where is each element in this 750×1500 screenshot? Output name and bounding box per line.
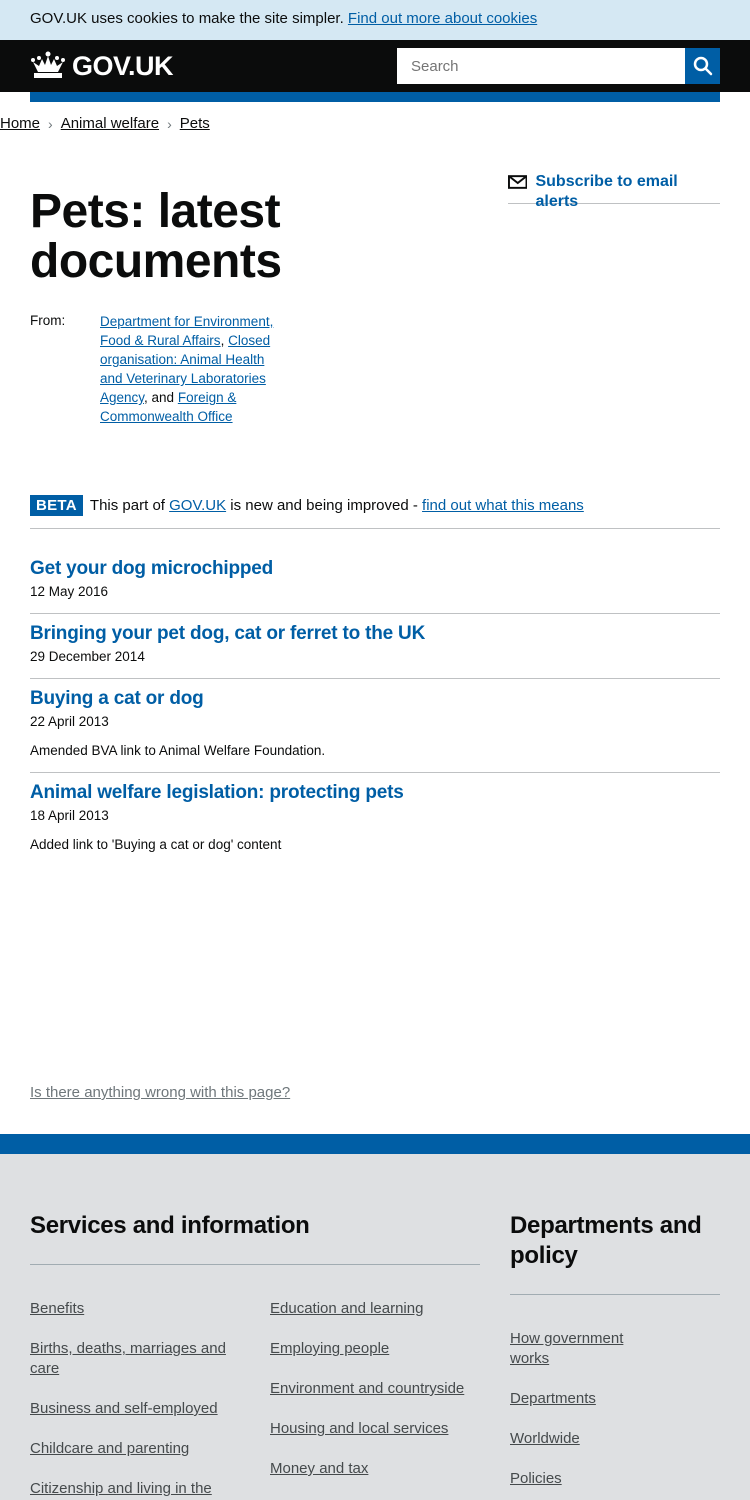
- document-date: 12 May 2016: [30, 584, 109, 599]
- footer-link-policies[interactable]: Policies: [510, 1469, 562, 1489]
- from-organisations: Department for Environment, Food & Rural…: [100, 312, 280, 426]
- footer-link-business[interactable]: Business and self-employed: [30, 1399, 218, 1419]
- footer-link-citizenship[interactable]: Citizenship and living in the: [30, 1479, 212, 1499]
- search-input[interactable]: [397, 48, 685, 84]
- report-problem-link[interactable]: Is there anything wrong with this page?: [30, 1084, 290, 1101]
- document-title-link[interactable]: Buying a cat or dog: [30, 688, 720, 710]
- org-separator: , and: [144, 390, 175, 405]
- site-footer: Services and information Benefits Births…: [0, 1154, 750, 1500]
- document-date: 22 April 2013: [30, 714, 109, 729]
- logo-text: GOV.UK: [72, 50, 174, 81]
- subscribe-email-alerts-link[interactable]: Subscribe to email alerts: [535, 172, 720, 212]
- org-separator: ,: [220, 333, 225, 348]
- footer-departments-heading: Departments and policy: [510, 1212, 702, 1269]
- chevron-right-icon: ›: [48, 116, 53, 132]
- list-item: Buying a cat or dog 22 April 2013 Amende…: [30, 688, 720, 773]
- govuk-logo-link[interactable]: GOV.UK: [30, 50, 174, 81]
- list-item: Bringing your pet dog, cat or ferret to …: [30, 623, 720, 679]
- footer-link-births-deaths[interactable]: Births, deaths, marriages and care: [30, 1339, 245, 1379]
- footer-services-heading: Services and information: [30, 1212, 310, 1239]
- document-date: 18 April 2013: [30, 808, 109, 823]
- footer-link-money-tax[interactable]: Money and tax: [270, 1459, 368, 1479]
- beta-info-link[interactable]: find out what this means: [422, 497, 584, 514]
- breadcrumb-animal-welfare[interactable]: Animal welfare: [61, 115, 159, 133]
- document-title-link[interactable]: Animal welfare legislation: protecting p…: [30, 782, 720, 804]
- footer-link-housing[interactable]: Housing and local services: [270, 1419, 448, 1439]
- footer-link-education[interactable]: Education and learning: [270, 1299, 423, 1319]
- crown-icon: [31, 51, 65, 78]
- breadcrumb-pets[interactable]: Pets: [180, 115, 210, 133]
- page-title: Pets: latest documents: [30, 185, 282, 288]
- beta-govuk-link[interactable]: GOV.UK: [169, 497, 226, 514]
- envelope-icon: [508, 175, 528, 189]
- footer-link-benefits[interactable]: Benefits: [30, 1299, 84, 1319]
- document-title-link[interactable]: Get your dog microchipped: [30, 558, 720, 580]
- breadcrumb-home[interactable]: Home: [0, 115, 40, 133]
- document-date: 29 December 2014: [30, 649, 145, 664]
- cookie-banner: GOV.UK uses cookies to make the site sim…: [0, 0, 750, 40]
- list-item: Get your dog microchipped 12 May 2016: [30, 558, 720, 614]
- from-label: From:: [30, 313, 66, 328]
- header-blue-rule: [30, 92, 720, 102]
- footer-link-environment[interactable]: Environment and countryside: [270, 1379, 464, 1399]
- cookie-banner-text: GOV.UK uses cookies to make the site sim…: [30, 10, 344, 27]
- beta-text: is new and being improved -: [230, 497, 418, 514]
- cookie-info-link[interactable]: Find out more about cookies: [348, 10, 537, 27]
- footer-blue-bar: [0, 1134, 750, 1154]
- footer-link-departments[interactable]: Departments: [510, 1389, 596, 1409]
- chevron-right-icon: ›: [167, 116, 172, 132]
- footer-link-worldwide[interactable]: Worldwide: [510, 1429, 580, 1449]
- beta-text: This part of: [89, 497, 165, 514]
- document-change-note: Amended BVA link to Animal Welfare Found…: [30, 743, 326, 758]
- magnifier-icon: [693, 56, 712, 76]
- footer-divider: [510, 1294, 720, 1295]
- document-title-link[interactable]: Bringing your pet dog, cat or ferret to …: [30, 623, 720, 645]
- subscribe-panel: Subscribe to email alerts: [508, 172, 720, 210]
- footer-link-childcare[interactable]: Childcare and parenting: [30, 1439, 189, 1459]
- beta-tag: BETA: [30, 495, 83, 516]
- list-item: Animal welfare legislation: protecting p…: [30, 782, 720, 862]
- document-change-note: Added link to 'Buying a cat or dog' cont…: [30, 837, 282, 852]
- breadcrumb: Home › Animal welfare › Pets: [0, 115, 210, 133]
- beta-banner: BETA This part of GOV.UK is new and bein…: [30, 495, 720, 529]
- footer-divider: [30, 1264, 480, 1265]
- footer-link-how-government-works[interactable]: How government works: [510, 1329, 640, 1369]
- search-button[interactable]: [685, 48, 720, 84]
- footer-link-employing[interactable]: Employing people: [270, 1339, 389, 1359]
- site-header: GOV.UK: [0, 40, 750, 92]
